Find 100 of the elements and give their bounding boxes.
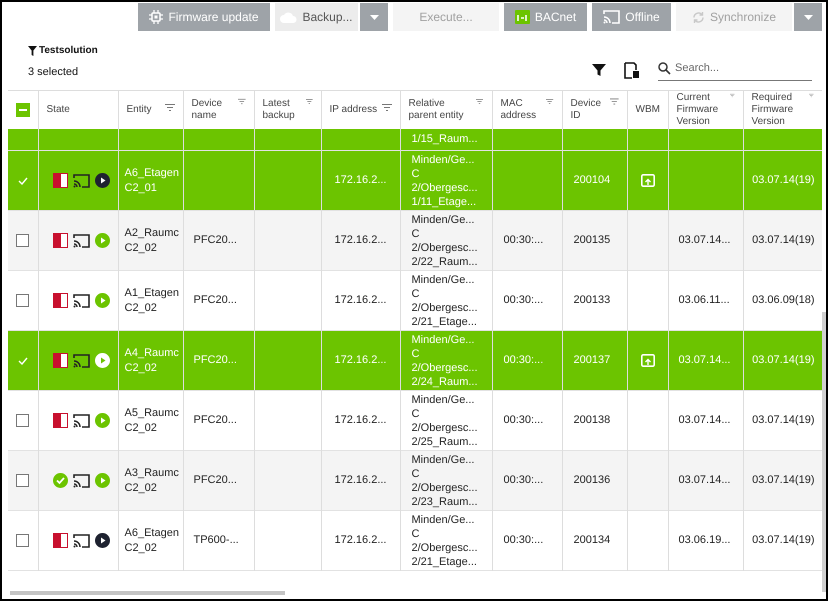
ip-address: 172.16.2...: [334, 534, 386, 546]
table-row[interactable]: A1_Etagen C2_02 PFC20... 172.16.2... Minden/Ge... C 2/Obergesc... 2/21_Etage... 00:30:... 200133 03.06.11... 03.06.09(18): [8, 270, 822, 330]
filter-lines-icon[interactable]: [164, 104, 174, 110]
bacnet-icon: [514, 10, 530, 24]
filter-lines-icon[interactable]: [382, 104, 392, 110]
parent-entity-path: Minden/Ge... C 2/Obergesc... 2/22_Raum...: [412, 212, 479, 268]
parent-entity-path: Minden/Ge... C 2/Obergesc... 2/21_Etage...: [412, 272, 479, 328]
device-id: 200104: [574, 174, 610, 186]
cast-icon: [72, 474, 90, 488]
device-id: 200134: [574, 534, 610, 546]
parent-entity-path: Minden/Ge... C 2/Obergesc... 2/21_Etage...: [412, 512, 479, 568]
firmware-version: 03.06.19...: [678, 534, 730, 546]
table-row[interactable]: A2_Raumc C2_02 PFC20... 172.16.2... Minden/Ge... C 2/Obergesc... 2/22_Raum... 00:30:... 200135 03.07.14... 03.07.14(19): [8, 210, 822, 270]
filter-lines-icon[interactable]: [610, 98, 618, 104]
mac-address: 00:30:...: [504, 534, 544, 546]
firmware-version: 03.07.14(19): [752, 474, 814, 486]
ip-address: 172.16.2...: [334, 234, 386, 246]
column-header[interactable]: Device name: [192, 98, 236, 122]
scrollbar[interactable]: [822, 312, 826, 592]
mac-address: 00:30:...: [504, 474, 544, 486]
parent-entity-path: Minden/Ge... C 2/Obergesc... 1/11_Etage...: [412, 152, 479, 208]
cast-icon: [72, 354, 90, 368]
column-header[interactable]: MAC address: [500, 98, 544, 122]
ip-address: 172.16.2...: [334, 294, 386, 306]
web-page-icon[interactable]: [640, 174, 654, 187]
dropdown-button[interactable]: [360, 3, 388, 31]
column-header[interactable]: Entity: [126, 104, 152, 116]
device-id: 200135: [574, 234, 610, 246]
select-all-checkbox[interactable]: [16, 102, 30, 116]
mac-address: 00:30:...: [504, 414, 544, 426]
filter-lines-icon[interactable]: [546, 98, 554, 104]
column-header[interactable]: IP address: [330, 104, 378, 116]
entity-name: A6_Etagen C2_01: [124, 166, 180, 196]
mac-address: 00:30:...: [504, 294, 544, 306]
mac-address: 00:30:...: [504, 234, 544, 246]
checkmark-icon[interactable]: [18, 356, 28, 364]
cast-icon: [72, 294, 90, 308]
device-id: 200133: [574, 294, 610, 306]
ip-address: 172.16.2...: [334, 474, 386, 486]
filter-title: Testsolution: [39, 44, 98, 58]
column-header[interactable]: State: [46, 104, 70, 116]
firmware-version: 03.07.14(19): [752, 234, 814, 246]
device-name: PFC20...: [194, 414, 237, 426]
entity-name: A4_Raumc C2_02: [124, 346, 180, 376]
filter-icon: [28, 46, 37, 56]
parent-entity-path: Minden/Ge... C 2/Obergesc... 2/23_Raum...: [412, 452, 479, 508]
column-chooser-icon[interactable]: [624, 62, 640, 79]
checkmark-icon[interactable]: [18, 176, 28, 184]
search-field[interactable]: Search...: [658, 60, 812, 80]
cast-icon: [72, 234, 90, 248]
ip-address: 172.16.2...: [334, 174, 386, 186]
filter-lines-icon[interactable]: [306, 98, 312, 104]
filter-lines-icon[interactable]: [808, 92, 814, 98]
parent-entity-path: Minden/Ge... C 2/Obergesc... 2/24_Raum...: [412, 332, 479, 388]
dropdown-button[interactable]: [794, 3, 822, 31]
device-name: PFC20...: [194, 474, 237, 486]
row-checkbox[interactable]: [16, 534, 30, 547]
firmware-version: 03.07.14...: [678, 474, 730, 486]
device-name: PFC20...: [194, 294, 237, 306]
ip-address: 172.16.2...: [334, 414, 386, 426]
firmware-version: 03.07.14...: [678, 354, 730, 366]
device-name: TP600-...: [194, 534, 239, 546]
column-header[interactable]: Latest backup: [262, 98, 304, 122]
firmware-version: 03.07.14...: [678, 414, 730, 426]
column-header[interactable]: Device ID: [570, 98, 608, 122]
firmware-version: 03.06.09(18): [752, 294, 814, 306]
filter-lines-icon[interactable]: [730, 92, 734, 98]
cast-icon: [72, 534, 90, 548]
column-header[interactable]: Relative parent entity: [408, 98, 474, 122]
column-header[interactable]: Current Firmware Version: [676, 92, 728, 128]
parent-entity-path: Minden/Ge... C 2/Obergesc... 2/25_Raum...: [412, 392, 479, 448]
row-checkbox[interactable]: [16, 414, 30, 427]
minus-icon: [18, 108, 27, 110]
table-row[interactable]: A5_Raumc C2_02 PFC20... 172.16.2... Minden/Ge... C 2/Obergesc... 2/25_Raum... 00:30:... 200138 03.07.14... 03.07.14(19): [8, 390, 822, 450]
device-name: PFC20...: [194, 354, 237, 366]
filter-lines-icon[interactable]: [238, 98, 246, 104]
entity-name: A5_Raumc C2_02: [124, 406, 180, 436]
play-circle-icon[interactable]: [94, 533, 110, 548]
search-icon: [658, 62, 671, 75]
table-row[interactable]: A3_Raumc C2_02 PFC20... 172.16.2... Minden/Ge... C 2/Obergesc... 2/23_Raum... 00:30:... 200136 03.07.14... 03.07.14(19): [8, 450, 822, 510]
filter-icon[interactable]: [592, 63, 606, 78]
table-row[interactable]: A6_Etagen C2_02 TP600-... 172.16.2... Minden/Ge... C 2/Obergesc... 2/21_Etage... 00:30:... 200134 03.06.19... 03.07.14(19): [8, 510, 822, 570]
column-header[interactable]: WBM: [636, 104, 660, 116]
toolbar-button[interactable]: Backup...: [275, 3, 358, 31]
scrollbar[interactable]: [10, 591, 285, 595]
parent-entity-path: 1/15_Raum...: [412, 132, 479, 146]
entity-name: A2_Raumc C2_02: [124, 226, 180, 256]
cast-icon: [72, 414, 90, 428]
device-id: 200136: [574, 474, 610, 486]
web-page-icon[interactable]: [640, 354, 654, 367]
filter-lines-icon[interactable]: [476, 98, 484, 104]
column-header[interactable]: Required Firmware Version: [752, 92, 807, 128]
row-checkbox[interactable]: [16, 234, 30, 247]
row-checkbox[interactable]: [16, 474, 30, 487]
firmware-version: 03.07.14(19): [752, 414, 814, 426]
entity-name: A3_Raumc C2_02: [124, 466, 180, 496]
caret-icon: [370, 14, 378, 20]
device-id: 200137: [574, 354, 610, 366]
play-circle-icon[interactable]: [94, 173, 110, 188]
row-checkbox[interactable]: [16, 294, 30, 307]
